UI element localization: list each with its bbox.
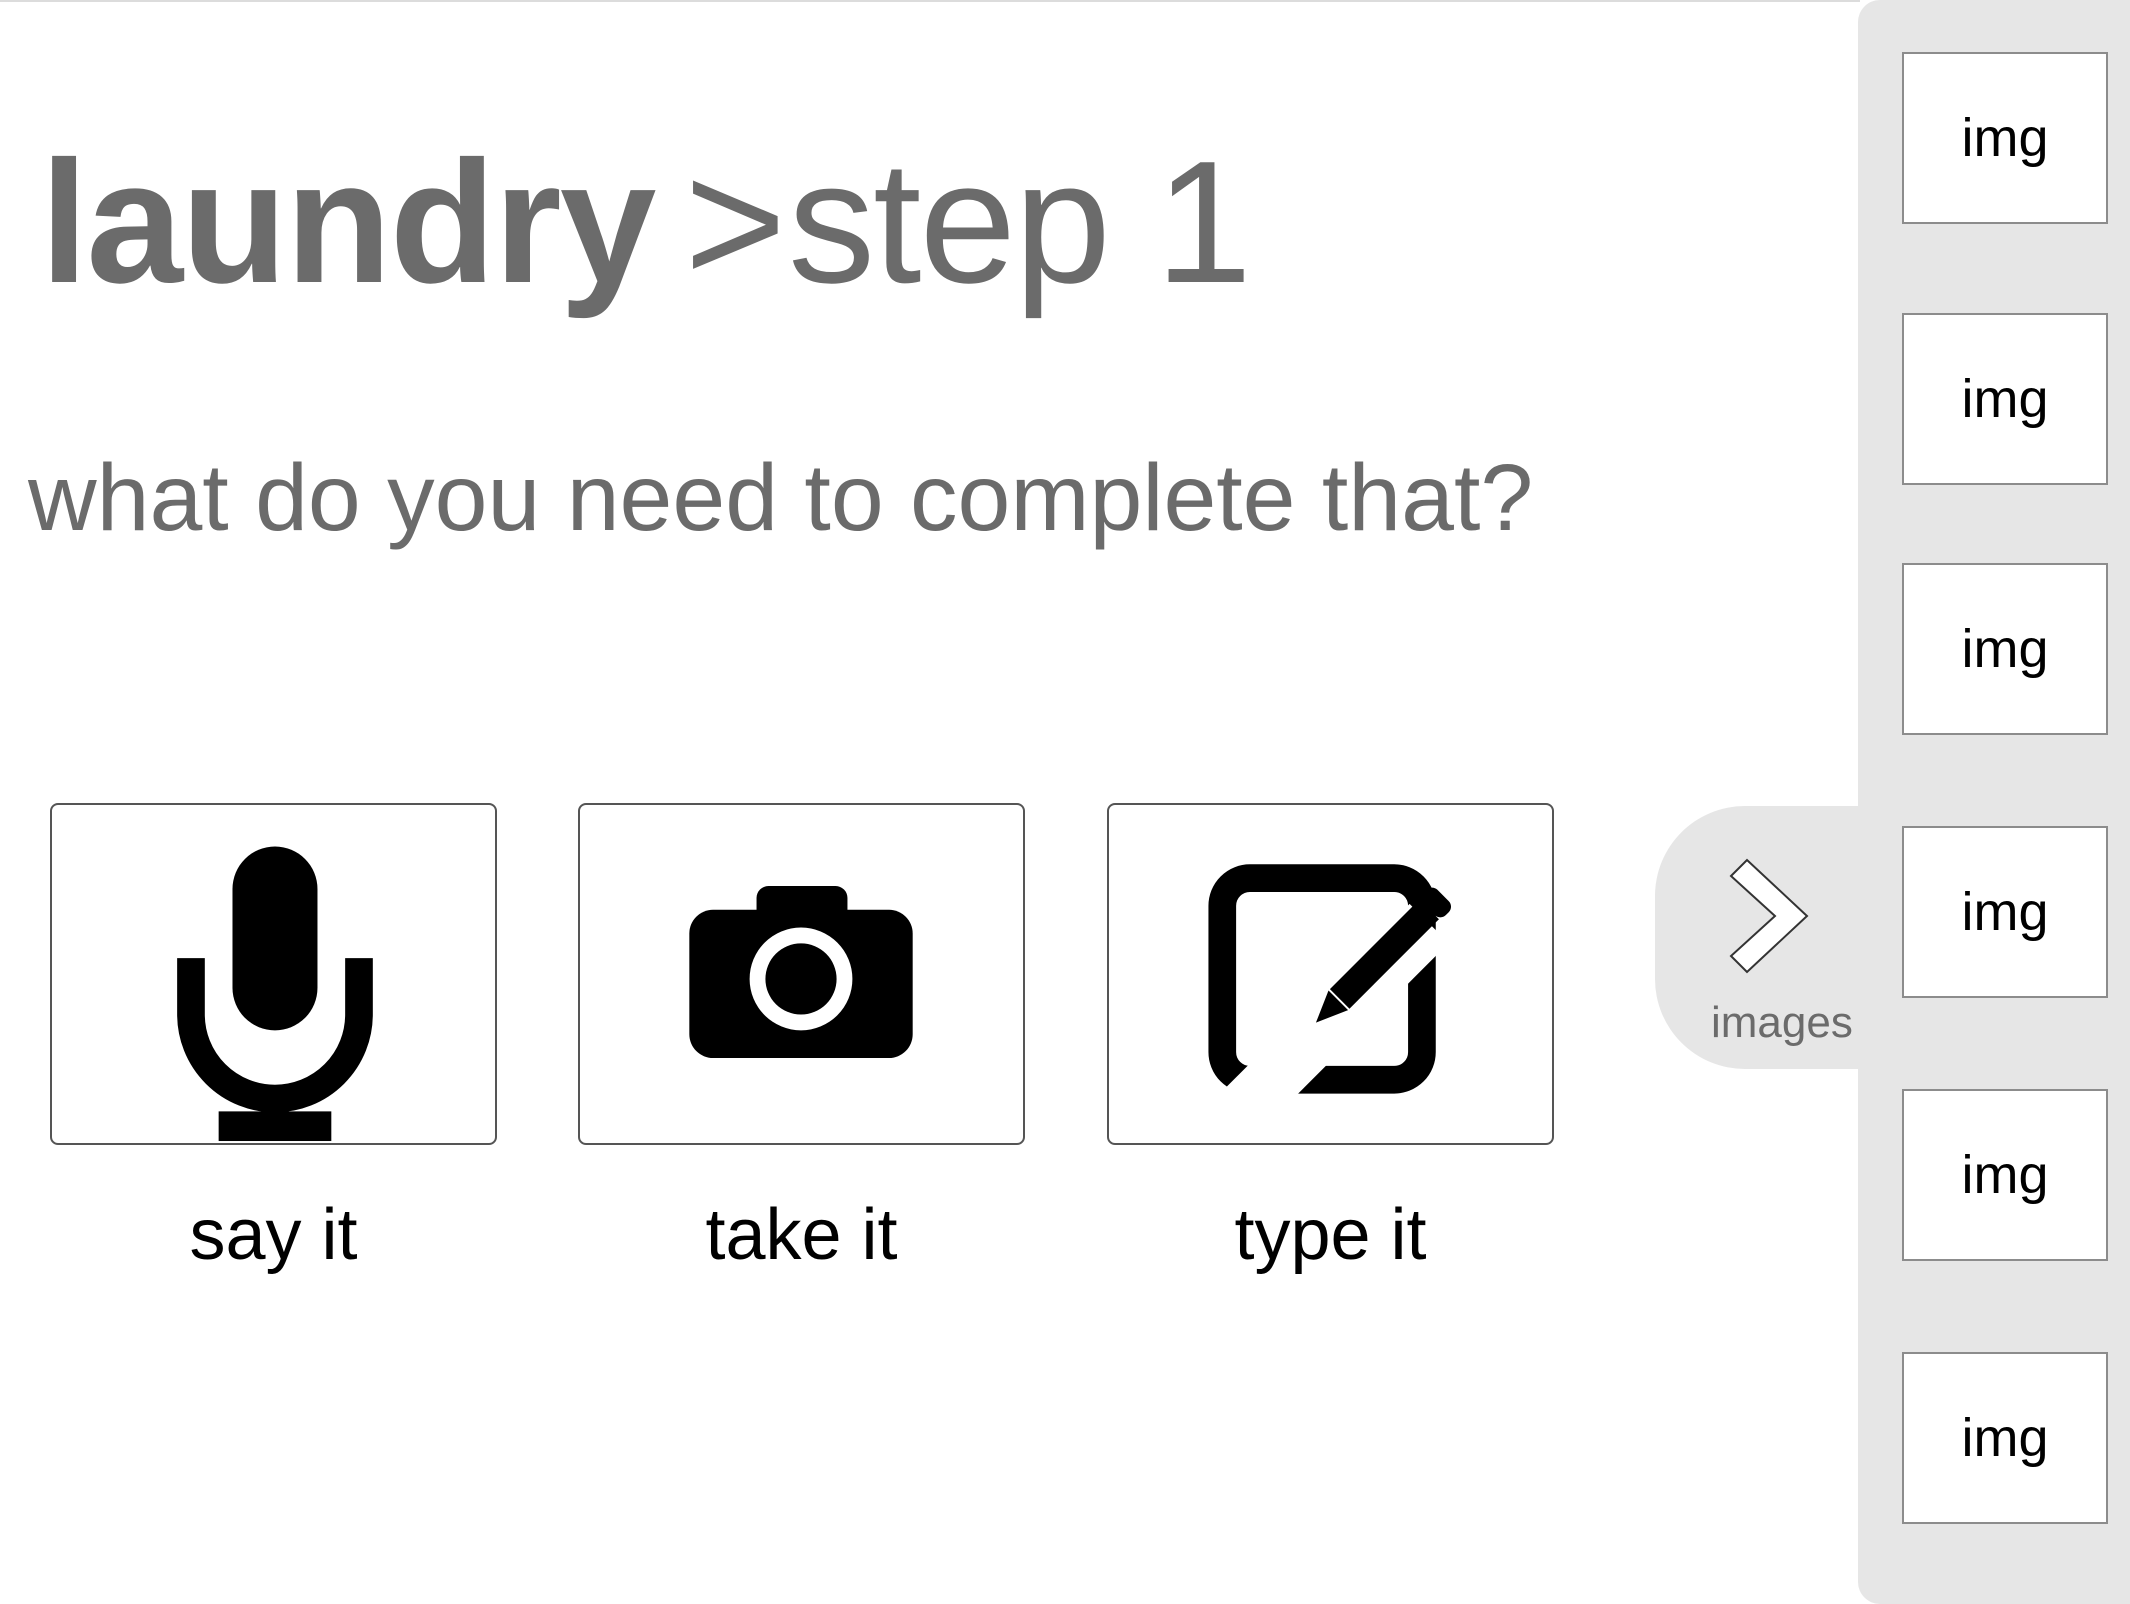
page-title: laundry >step 1 — [40, 122, 1252, 322]
image-thumbnail[interactable]: img — [1902, 1352, 2108, 1524]
say-it-button[interactable] — [50, 803, 497, 1145]
breadcrumb-separator: > — [684, 124, 786, 319]
top-divider — [0, 0, 1860, 2]
camera-icon — [689, 886, 913, 1059]
task-name: laundry — [40, 124, 656, 319]
images-sidebar: img img img img img img — [1858, 0, 2130, 1604]
edit-icon — [1208, 864, 1452, 1132]
take-it-button[interactable] — [578, 803, 1025, 1145]
prompt-question: what do you need to complete that? — [28, 445, 1534, 551]
image-thumbnail[interactable]: img — [1902, 563, 2108, 735]
image-thumbnail[interactable]: img — [1902, 52, 2108, 224]
chevron-right-icon — [1729, 858, 1809, 974]
images-drawer-toggle[interactable]: images — [1655, 806, 1885, 1069]
image-thumbnail[interactable]: img — [1902, 826, 2108, 998]
image-thumbnail[interactable]: img — [1902, 313, 2108, 485]
take-it-label: take it — [705, 1195, 898, 1275]
type-it-button[interactable] — [1107, 803, 1554, 1145]
say-it-label: say it — [189, 1195, 358, 1275]
type-it-label: type it — [1234, 1195, 1427, 1275]
microphone-icon — [177, 846, 373, 1142]
images-drawer-label: images — [1711, 998, 1853, 1047]
image-thumbnail[interactable]: img — [1902, 1089, 2108, 1261]
step-label: step 1 — [788, 124, 1252, 319]
